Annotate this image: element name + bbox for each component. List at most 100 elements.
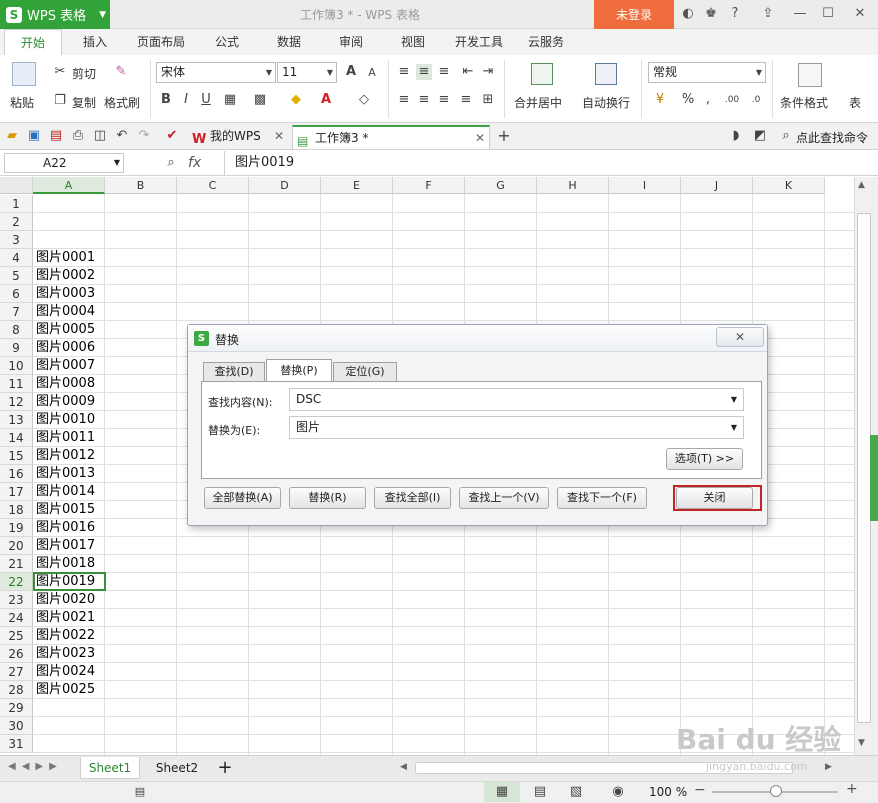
scroll-down-icon[interactable]: ▼ [858, 738, 865, 748]
currency-icon[interactable]: ¥ [652, 92, 668, 108]
format-painter-button[interactable]: 格式刷 [104, 94, 140, 111]
align-right-icon[interactable]: ≡ [436, 92, 452, 108]
tab-review[interactable]: 审阅 [328, 29, 374, 55]
find-all-button[interactable]: 查找全部(I) [374, 487, 451, 509]
cell-a[interactable]: 图片0005 [36, 321, 95, 339]
italic-icon[interactable]: I [178, 92, 194, 108]
percent-icon[interactable]: % [680, 92, 696, 108]
print-preview-icon[interactable]: ◫ [92, 128, 108, 144]
cell-a[interactable]: 图片0020 [36, 591, 95, 609]
page-break-view-icon[interactable]: ▤ [532, 784, 548, 800]
column-header-d[interactable]: D [249, 177, 321, 194]
new-tab-icon[interactable]: + [496, 128, 512, 144]
fill-color-icon[interactable]: ◆ [288, 92, 304, 108]
tab-replace[interactable]: 替换(P) [266, 359, 332, 382]
scroll-right-icon[interactable]: ▶ [825, 762, 832, 772]
skin-icon[interactable]: ◐ [680, 6, 696, 22]
d-icon[interactable]: ◗ [728, 128, 744, 144]
decrease-decimal-icon[interactable]: .0 [748, 92, 764, 108]
column-header-e[interactable]: E [321, 177, 393, 194]
row-header[interactable]: 25 [0, 627, 33, 645]
row-header[interactable]: 2 [0, 213, 33, 231]
row-header[interactable]: 29 [0, 699, 33, 717]
undo-icon[interactable]: ↶ [114, 128, 130, 144]
tab-home[interactable]: 开始 [4, 29, 62, 55]
tab-goto[interactable]: 定位(G) [333, 362, 397, 381]
cell-a[interactable]: 图片0016 [36, 519, 95, 537]
tab-workbook3[interactable]: ▤ 工作簿3 * ✕ [292, 125, 490, 149]
cell-a[interactable]: 图片0024 [36, 663, 95, 681]
close-tab-icon[interactable]: ✕ [475, 127, 485, 149]
find-input[interactable]: DSC ▼ [289, 388, 744, 411]
cell-a[interactable]: 图片0023 [36, 645, 95, 663]
column-header-h[interactable]: H [537, 177, 609, 194]
font-size-select[interactable]: 11 ▼ [277, 62, 337, 83]
options-button[interactable]: 选项(T) >> [666, 448, 743, 470]
function-icon[interactable]: fx [188, 155, 201, 171]
cell-a[interactable]: 图片0025 [36, 681, 95, 699]
zoom-out-icon[interactable]: − [694, 782, 706, 798]
column-header-a[interactable]: A [33, 177, 105, 194]
row-header[interactable]: 18 [0, 501, 33, 519]
font-color-icon[interactable]: A [318, 92, 334, 108]
dialog-close-button[interactable]: ✕ [716, 327, 764, 347]
sheet-tab-2[interactable]: Sheet2 [146, 757, 208, 779]
font-name-select[interactable]: 宋体 ▼ [156, 62, 276, 83]
scroll-up-icon[interactable]: ▲ [858, 180, 865, 190]
align-middle-icon[interactable]: ≡ [416, 64, 432, 80]
tab-developer[interactable]: 开发工具 [448, 29, 510, 55]
tab-data[interactable]: 数据 [266, 29, 312, 55]
find-next-button[interactable]: 查找下一个(F) [557, 487, 647, 509]
find-previous-button[interactable]: 查找上一个(V) [459, 487, 549, 509]
select-all-corner[interactable] [0, 177, 33, 194]
font-grow-icon[interactable]: A [343, 64, 359, 80]
column-header-i[interactable]: I [609, 177, 681, 194]
row-header[interactable]: 21 [0, 555, 33, 573]
save-icon[interactable]: ▣ [26, 128, 42, 144]
redo-icon[interactable]: ↷ [136, 128, 152, 144]
cell-a[interactable]: 图片0003 [36, 285, 95, 303]
merge-center-button[interactable]: 合并居中 [514, 94, 562, 111]
clear-format-icon[interactable]: ◇ [356, 92, 372, 108]
row-header[interactable]: 4 [0, 249, 33, 267]
bold-icon[interactable]: B [158, 92, 174, 108]
tab-insert[interactable]: 插入 [72, 29, 118, 55]
cell-a[interactable]: 图片0002 [36, 267, 95, 285]
row-header[interactable]: 1 [0, 195, 33, 213]
zoom-level[interactable]: 100 % [649, 785, 687, 799]
sheet-nav-arrows[interactable]: ◀◀▶▶ [8, 761, 63, 772]
close-window-icon[interactable]: ✕ [852, 6, 868, 22]
active-cell-outline[interactable] [33, 572, 106, 591]
app-menu-button[interactable]: S WPS 表格 ▼ [0, 0, 110, 29]
cell-a[interactable]: 图片0009 [36, 393, 95, 411]
login-button[interactable]: 未登录 [594, 0, 674, 29]
maximize-icon[interactable]: ☐ [820, 6, 836, 22]
justify-icon[interactable]: ≡ [458, 92, 474, 108]
increase-decimal-icon[interactable]: .00 [724, 92, 740, 108]
row-header[interactable]: 10 [0, 357, 33, 375]
side-panel-toggle[interactable] [870, 435, 878, 521]
cell-a[interactable]: 图片0001 [36, 249, 95, 267]
cell-a[interactable]: 图片0017 [36, 537, 95, 555]
row-header[interactable]: 28 [0, 681, 33, 699]
font-shrink-icon[interactable]: A [364, 65, 380, 81]
cell-a[interactable]: 图片0012 [36, 447, 95, 465]
cell-a[interactable]: 图片0006 [36, 339, 95, 357]
cell-a[interactable]: 图片0010 [36, 411, 95, 429]
chevron-down-icon[interactable]: ▼ [731, 417, 737, 438]
row-header[interactable]: 8 [0, 321, 33, 339]
tab-view[interactable]: 视图 [390, 29, 436, 55]
minimize-icon[interactable]: — [792, 6, 808, 22]
row-header[interactable]: 12 [0, 393, 33, 411]
customize-toolbar-icon[interactable]: ✔ [164, 128, 180, 144]
column-header-k[interactable]: K [753, 177, 825, 194]
vertical-scroll-thumb[interactable] [857, 213, 871, 723]
replace-input[interactable]: 图片 ▼ [289, 416, 744, 439]
table-style-button[interactable]: 表 [849, 94, 861, 111]
zoom-search-icon[interactable]: ⌕ [163, 155, 179, 171]
align-center-icon[interactable]: ≡ [416, 92, 432, 108]
cell-a[interactable]: 图片0011 [36, 429, 95, 447]
chevron-down-icon[interactable]: ▼ [731, 389, 737, 410]
add-sheet-icon[interactable]: + [214, 757, 236, 779]
column-header-b[interactable]: B [105, 177, 177, 194]
